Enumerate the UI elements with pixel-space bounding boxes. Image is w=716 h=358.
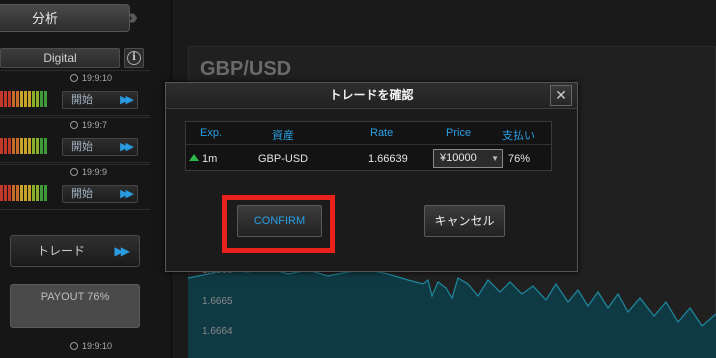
sentiment-meter xyxy=(0,91,50,107)
meter-bar xyxy=(44,138,47,154)
meter-bar xyxy=(8,138,11,154)
meter-bar xyxy=(20,138,23,154)
meter-bar xyxy=(20,91,23,107)
meter-bar xyxy=(36,138,39,154)
column-header-asset: 資産 xyxy=(272,130,294,142)
meter-bar xyxy=(44,91,47,107)
clock-icon xyxy=(70,74,78,82)
confirm-trade-dialog: トレードを確認 ✕ Exp. 資産 Rate Price 支払い 1m GBP-… xyxy=(165,82,578,272)
analysis-tab[interactable]: 分析 xyxy=(0,4,130,32)
cell-rate: 1.66639 xyxy=(368,153,408,165)
sentiment-meter xyxy=(0,138,50,154)
meter-bar xyxy=(44,185,47,201)
meter-bar xyxy=(4,138,7,154)
meter-bar xyxy=(28,91,31,107)
column-header-price: Price xyxy=(446,127,472,139)
meter-bar xyxy=(20,185,23,201)
close-icon[interactable]: ✕ xyxy=(550,85,572,106)
meter-bar xyxy=(8,185,11,201)
meter-bar xyxy=(4,185,7,201)
info-icon[interactable]: i xyxy=(124,48,144,68)
meter-bar xyxy=(0,185,3,201)
cell-asset: GBP-USD xyxy=(258,153,309,165)
meter-bar xyxy=(24,138,27,154)
trade-button[interactable]: トレード ▶▶ xyxy=(10,235,140,267)
meter-bar xyxy=(16,185,19,201)
column-header-rate: Rate xyxy=(370,127,394,139)
clock-icon xyxy=(70,168,78,176)
meter-bar xyxy=(0,91,3,107)
meter-bar xyxy=(12,185,15,201)
cancel-button[interactable]: キャンセル xyxy=(424,205,505,237)
cell-payout: 76% xyxy=(508,153,531,165)
play-icon: ▶▶ xyxy=(120,188,134,200)
asset-row: 19:9:9 開始 ▶▶ xyxy=(0,164,150,210)
meter-bar xyxy=(24,185,27,201)
column-header-payout: 支払い xyxy=(502,130,535,142)
meter-bar xyxy=(36,91,39,107)
price-select[interactable]: ¥10000 ▼ xyxy=(433,149,503,168)
open-trade-button[interactable]: 開始 ▶▶ xyxy=(62,91,138,109)
meter-bar xyxy=(32,185,35,201)
chevrons-right-icon: ››› xyxy=(128,4,138,29)
row-expiry-time: 19:9:10 xyxy=(70,341,112,351)
cell-exp: 1m xyxy=(202,153,218,165)
play-icon: ▶▶ xyxy=(120,94,134,106)
meter-bar xyxy=(40,185,43,201)
meter-bar xyxy=(32,91,35,107)
meter-bar xyxy=(12,91,15,107)
meter-bar xyxy=(24,91,27,107)
sentiment-meter xyxy=(0,185,50,201)
dialog-title: トレードを確認 xyxy=(166,83,577,109)
row-expiry-time: 19:9:9 xyxy=(70,167,107,177)
left-panel: 分析 ››› Digital i 19:9:10 開始 ▶▶ 19:9:7 開始 ▶… xyxy=(0,0,172,358)
meter-bar xyxy=(8,91,11,107)
y-axis-label: 1.6664 xyxy=(202,326,233,337)
payout-panel: PAYOUT 76% xyxy=(10,284,140,328)
divider xyxy=(186,144,551,145)
clock-icon xyxy=(70,121,78,129)
chart-pair-title: GBP/USD xyxy=(200,58,292,80)
meter-bar xyxy=(40,138,43,154)
meter-bar xyxy=(28,138,31,154)
play-icon: ▶▶ xyxy=(114,244,131,258)
open-trade-button[interactable]: 開始 ▶▶ xyxy=(62,185,138,203)
meter-bar xyxy=(4,91,7,107)
digital-header[interactable]: Digital xyxy=(0,48,120,68)
play-icon: ▶▶ xyxy=(120,141,134,153)
row-expiry-time: 19:9:10 xyxy=(70,73,112,83)
meter-bar xyxy=(28,185,31,201)
open-trade-button[interactable]: 開始 ▶▶ xyxy=(62,138,138,156)
up-arrow-icon xyxy=(189,154,199,161)
y-axis-label: 1.6665 xyxy=(202,296,233,307)
meter-bar xyxy=(16,91,19,107)
chevron-down-icon: ▼ xyxy=(491,154,499,163)
meter-bar xyxy=(40,91,43,107)
asset-row: 19:9:10 開始 ▶▶ xyxy=(0,70,150,116)
meter-bar xyxy=(36,185,39,201)
trade-summary-table: Exp. 資産 Rate Price 支払い 1m GBP-USD 1.6663… xyxy=(185,121,552,171)
meter-bar xyxy=(16,138,19,154)
row-expiry-time: 19:9:7 xyxy=(70,120,107,130)
meter-bar xyxy=(0,138,3,154)
confirm-button[interactable]: CONFIRM xyxy=(237,205,322,237)
asset-row: 19:9:7 開始 ▶▶ xyxy=(0,117,150,163)
column-header-exp: Exp. xyxy=(200,127,223,139)
payout-text: PAYOUT 76% xyxy=(40,291,110,303)
meter-bar xyxy=(32,138,35,154)
meter-bar xyxy=(12,138,15,154)
clock-icon xyxy=(70,342,78,350)
